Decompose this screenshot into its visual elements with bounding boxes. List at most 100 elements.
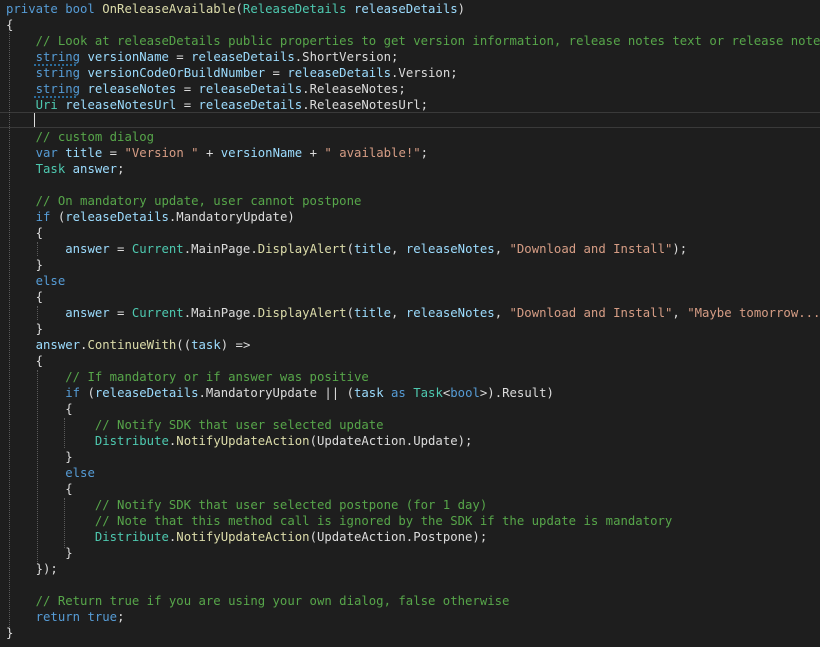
code-line[interactable]: private bool OnReleaseAvailable(ReleaseD… bbox=[6, 1, 465, 17]
code-token: "Maybe tomorrow..." bbox=[687, 306, 820, 320]
code-token: (( bbox=[176, 338, 192, 352]
code-token: if bbox=[35, 210, 58, 224]
code-line[interactable]: } bbox=[6, 257, 43, 273]
code-token: var bbox=[35, 146, 66, 160]
code-line[interactable]: string versionCodeOrBuildNumber = releas… bbox=[6, 65, 458, 81]
code-token: ; bbox=[117, 610, 125, 624]
code-editor[interactable]: private bool OnReleaseAvailable ( ReleaseD… bbox=[0, 0, 820, 647]
code-token: releaseDetails bbox=[353, 2, 458, 16]
code-token: = bbox=[265, 66, 288, 80]
code-line[interactable]: else bbox=[6, 273, 66, 289]
code-line[interactable]: { bbox=[6, 481, 73, 497]
code-line[interactable]: { bbox=[6, 17, 13, 33]
code-line[interactable]: } bbox=[6, 545, 73, 561]
text-caret bbox=[34, 113, 35, 127]
code-line[interactable]: } bbox=[6, 321, 43, 337]
code-token: = bbox=[176, 98, 199, 112]
code-line[interactable]: answer.ContinueWith((task) => bbox=[6, 337, 251, 353]
code-token: return bbox=[35, 610, 88, 624]
code-line[interactable]: { bbox=[6, 225, 43, 241]
code-line[interactable]: Distribute.NotifyUpdateAction(UpdateActi… bbox=[6, 529, 487, 545]
code-line[interactable]: // Return true if you are using your own… bbox=[6, 593, 510, 609]
code-line[interactable]: { bbox=[6, 289, 43, 305]
code-token: , bbox=[391, 242, 406, 256]
code-token: ( bbox=[346, 242, 354, 256]
code-token: if bbox=[65, 386, 88, 400]
code-line[interactable]: // Look at releaseDetails public propert… bbox=[6, 33, 820, 49]
code-token: Current bbox=[131, 306, 184, 320]
code-line[interactable]: // custom dialog bbox=[6, 129, 154, 145]
code-line[interactable]: { bbox=[6, 401, 72, 417]
code-token: versionName bbox=[87, 50, 169, 64]
code-token: .MainPage. bbox=[183, 242, 258, 256]
code-line[interactable]: }); bbox=[6, 561, 58, 577]
code-token: } bbox=[6, 322, 44, 336]
code-token: = bbox=[109, 306, 132, 320]
code-token: task bbox=[354, 386, 384, 400]
code-token: { bbox=[6, 482, 73, 496]
code-token: + bbox=[302, 146, 325, 160]
code-token: releaseNotes bbox=[87, 82, 177, 96]
code-token: releaseDetails bbox=[94, 386, 199, 400]
code-line[interactable]: if (releaseDetails.MandatoryUpdate) bbox=[6, 209, 295, 225]
code-line[interactable]: } bbox=[6, 449, 72, 465]
code-token: , bbox=[494, 306, 510, 320]
code-line[interactable]: // If mandatory or if answer was positiv… bbox=[6, 369, 369, 385]
code-token: answer bbox=[72, 162, 118, 176]
code-line[interactable]: // Note that this method call is ignored… bbox=[6, 513, 672, 529]
code-token: // Notify SDK that user selected update bbox=[94, 418, 384, 432]
code-token: title bbox=[354, 306, 392, 320]
code-line[interactable]: // On mandatory update, user cannot post… bbox=[6, 193, 362, 209]
code-token: bool bbox=[450, 386, 480, 400]
code-token: releaseDetails bbox=[287, 66, 392, 80]
code-line[interactable]: // Notify SDK that user selected postpon… bbox=[6, 497, 487, 513]
code-token: releaseDetails bbox=[198, 98, 303, 112]
code-token: , bbox=[494, 242, 510, 256]
code-token: { bbox=[6, 290, 44, 304]
code-line[interactable]: if (releaseDetails.MandatoryUpdate || (t… bbox=[6, 385, 554, 401]
current-line-highlight bbox=[0, 112, 820, 128]
code-token: ReleaseDetails bbox=[242, 2, 354, 16]
code-line[interactable]: } bbox=[6, 625, 13, 641]
code-line[interactable]: Uri releaseNotesUrl = releaseDetails.Rel… bbox=[6, 97, 428, 113]
code-line[interactable]: answer = Current.MainPage.DisplayAlert(t… bbox=[6, 241, 687, 257]
code-token: releaseDetails bbox=[65, 210, 169, 224]
suggestion-squiggle bbox=[34, 64, 76, 66]
code-line[interactable]: else bbox=[6, 465, 95, 481]
code-line[interactable]: answer = Current.MainPage.DisplayAlert(t… bbox=[6, 305, 820, 321]
code-token: releaseNotesUrl bbox=[65, 98, 177, 112]
code-token: private bool bbox=[6, 2, 103, 16]
code-line[interactable]: // Notify SDK that user selected update bbox=[6, 417, 384, 433]
code-token: OnReleaseAvailable bbox=[102, 2, 236, 16]
code-line[interactable]: { bbox=[6, 353, 43, 369]
code-token: .MandatoryUpdate) bbox=[168, 210, 295, 224]
code-line[interactable]: Task answer; bbox=[6, 161, 125, 177]
code-token: .ReleaseNotes; bbox=[302, 82, 406, 96]
code-token: ) => bbox=[220, 338, 251, 352]
code-token: ( bbox=[346, 306, 354, 320]
code-token: = bbox=[176, 82, 199, 96]
code-token: Uri bbox=[35, 98, 66, 112]
code-token: ( bbox=[87, 386, 95, 400]
code-token: Distribute bbox=[94, 530, 169, 544]
code-token: (UpdateAction.Postpone); bbox=[309, 530, 488, 544]
code-line[interactable]: string versionName = releaseDetails.Shor… bbox=[6, 49, 399, 65]
code-line[interactable]: return true; bbox=[6, 609, 125, 625]
code-token: { bbox=[6, 226, 44, 240]
code-line[interactable]: string releaseNotes = releaseDetails.Rel… bbox=[6, 81, 406, 97]
code-token: } bbox=[6, 546, 73, 560]
code-line[interactable]: var title = "Version " + versionName + "… bbox=[6, 145, 428, 161]
code-line[interactable]: Distribute.NotifyUpdateAction(UpdateActi… bbox=[6, 433, 473, 449]
